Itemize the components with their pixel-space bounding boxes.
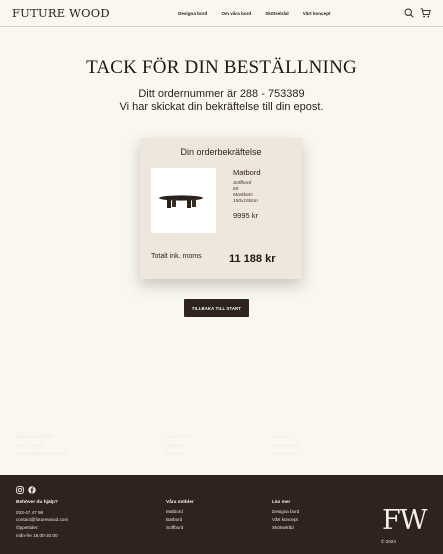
footer-hours: mån-fre 18.00-20.00 xyxy=(16,533,58,538)
facebook-icon[interactable] xyxy=(28,486,36,494)
product-attribute: Soffbord xyxy=(233,181,252,186)
nav-item-designa-bord[interactable]: Designa bord xyxy=(178,11,207,16)
ghost-footer-line: Vårt koncept xyxy=(272,451,298,456)
site-footer: Behöver du hjälp? 033-47 47 98 contact@f… xyxy=(0,475,443,554)
footer-link-soffbord[interactable]: Soffbord xyxy=(166,525,183,530)
footer-link-matbord[interactable]: Matbord xyxy=(166,509,183,514)
product-image xyxy=(151,168,216,233)
main-nav: Designa bord Om våra bord Skötselråd Vår… xyxy=(178,11,331,16)
ghost-footer-line: Designa bord xyxy=(272,443,300,448)
footer-more-title: Läs mer xyxy=(272,500,291,505)
product-attribute: 150x150cm xyxy=(233,199,258,204)
social-links xyxy=(16,486,36,494)
ghost-footer-line: Matbord xyxy=(166,443,183,448)
product-name: Matbord xyxy=(233,168,261,177)
cart-icon[interactable] xyxy=(420,8,431,18)
footer-logo: FW xyxy=(382,505,427,536)
total-label: Totalt ink. moms xyxy=(151,253,202,260)
instagram-icon[interactable] xyxy=(16,486,24,494)
copyright: © 2024 xyxy=(381,539,396,544)
footer-email[interactable]: contact@futurewood.com xyxy=(16,517,68,522)
back-to-start-button[interactable]: TILLBAKA TILL START xyxy=(184,299,249,317)
nav-item-skotselrad[interactable]: Skötselråd xyxy=(265,11,289,16)
search-icon[interactable] xyxy=(404,8,414,18)
ghost-footer-line: 033-47 47 98 xyxy=(16,443,44,448)
footer-link-designa-bord[interactable]: Designa bord xyxy=(272,509,299,514)
site-logo[interactable]: FUTURE WOOD xyxy=(12,6,110,20)
nav-item-vart-koncept[interactable]: Vårt koncept xyxy=(303,11,331,16)
ghost-footer-line: Barbord xyxy=(166,451,183,456)
ghost-footer-title: Behöver du hjälp? xyxy=(16,434,54,439)
email-confirmation-text: Vi har skickat din bekräftelse till din … xyxy=(119,101,324,113)
footer-link-vart-koncept[interactable]: Vårt koncept xyxy=(272,517,298,522)
ghost-footer-line: contact@futurewood.com xyxy=(16,451,69,456)
order-number-text: Ditt ordernummer är 288 - 753389 xyxy=(138,88,305,100)
footer-help-title: Behöver du hjälp? xyxy=(16,500,58,505)
footer-link-skotselrad[interactable]: Skötselråd xyxy=(272,525,294,530)
product-attribute: Mörkbets xyxy=(233,193,253,198)
product-price: 9995 kr xyxy=(233,211,259,220)
nav-item-om-vara-bord[interactable]: Om våra bord xyxy=(221,11,251,16)
footer-phone[interactable]: 033-47 47 98 xyxy=(16,510,43,515)
footer-hours-label: Öppettider: xyxy=(16,525,39,530)
card-title: Din orderbekräftelse xyxy=(180,147,262,157)
footer-furniture-title: Våra möbler xyxy=(166,500,194,505)
site-header: FUTURE WOOD Designa bord Om våra bord Sk… xyxy=(0,0,443,27)
order-confirmation-card: Din orderbekräftelse Matbord Soffbord Ek… xyxy=(140,138,302,279)
product-attribute: Ek xyxy=(233,187,239,192)
header-icons xyxy=(404,8,431,18)
page-title: TACK FÖR DIN BESTÄLLNING xyxy=(86,57,357,78)
ghost-footer-title: Våra möbler xyxy=(166,434,192,439)
footer-link-barbord[interactable]: Barbord xyxy=(166,517,182,522)
total-value: 11 188 kr xyxy=(229,253,276,265)
ghost-footer-title: Läs mer xyxy=(272,434,289,439)
